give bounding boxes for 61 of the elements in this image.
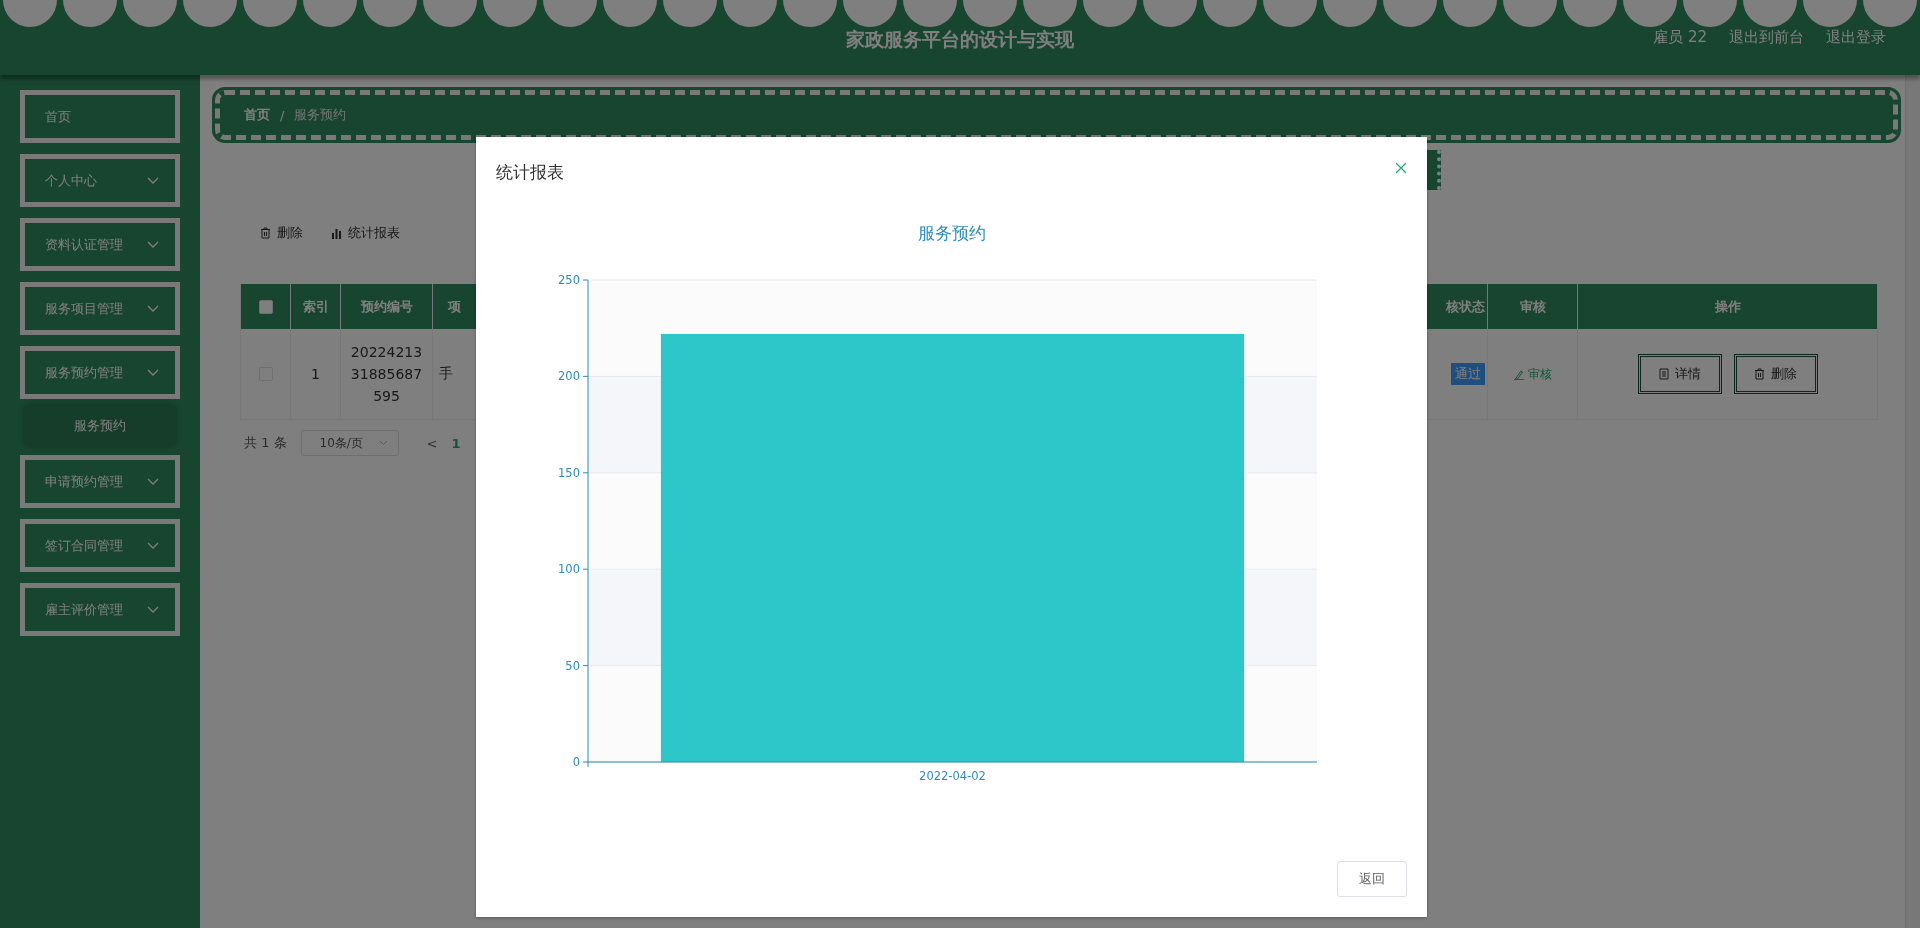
- back-button[interactable]: 返回: [1337, 861, 1407, 897]
- menu-item[interactable]: 签订合同管理: [20, 519, 180, 572]
- breadcrumb-link[interactable]: 首页: [244, 106, 270, 124]
- y-tick-label: 150: [558, 465, 580, 480]
- column-header: 项: [448, 297, 461, 316]
- menu-item[interactable]: 资料认证管理: [20, 218, 180, 271]
- trash-icon: [1754, 368, 1765, 380]
- row-action-button[interactable]: 删除: [1733, 354, 1818, 394]
- table-cell: 1: [311, 366, 320, 382]
- user-name: 雇员 22: [1653, 28, 1707, 47]
- document-icon: [1658, 368, 1669, 380]
- bar-chart-icon: [331, 227, 342, 239]
- status-tag: 通过: [1451, 363, 1485, 385]
- site-title: 家政服务平台的设计与实现: [846, 27, 1074, 52]
- chevron-icon: [147, 176, 159, 185]
- column-header: 操作: [1714, 297, 1741, 316]
- breadcrumb-link[interactable]: 服务预约: [294, 106, 347, 124]
- chevron-icon: [147, 541, 159, 550]
- total-count: 共 1 条: [244, 434, 287, 452]
- column-header: 审核: [1519, 297, 1546, 316]
- page-number[interactable]: 1: [451, 435, 461, 451]
- close-icon[interactable]: [1395, 162, 1407, 174]
- chevron-icon: [378, 440, 388, 446]
- menu-item[interactable]: 服务项目管理: [20, 282, 180, 335]
- menu-item[interactable]: 雇主评价管理: [20, 583, 180, 636]
- chevron-icon: [147, 605, 159, 614]
- menu-item[interactable]: 申请预约管理: [20, 455, 180, 508]
- previous-page-button[interactable]: <: [426, 435, 438, 451]
- table-cell: 手: [439, 365, 453, 383]
- page-size-select[interactable]: 10条/页: [300, 430, 399, 456]
- chevron-icon: [147, 304, 159, 313]
- y-tick-label: 200: [558, 369, 580, 384]
- breadcrumb-separator: /: [280, 107, 285, 123]
- trash-icon: [260, 227, 271, 239]
- table-cell-text: 2022421331885687595: [349, 343, 424, 406]
- select-all-checkbox[interactable]: [258, 299, 273, 314]
- header-link[interactable]: 退出登录: [1826, 28, 1886, 47]
- toolbar-button[interactable]: 统计报表: [331, 224, 400, 242]
- chevron-icon: [147, 477, 159, 486]
- pen-icon: [1513, 368, 1524, 380]
- menu-item[interactable]: 个人中心: [20, 154, 180, 207]
- column-header: 预约编号: [360, 297, 413, 316]
- chevron-icon: [147, 240, 159, 249]
- dialog-title: 统计报表: [496, 160, 564, 184]
- y-tick-label: 100: [558, 562, 580, 577]
- header-link[interactable]: 退出到前台: [1729, 28, 1804, 47]
- y-tick-label: 250: [558, 273, 580, 287]
- row-action-button[interactable]: 详情: [1637, 354, 1722, 394]
- toolbar-button[interactable]: 删除: [260, 224, 303, 242]
- chart-title: 服务预约: [918, 223, 986, 243]
- y-tick-label: 50: [565, 658, 580, 673]
- column-header: 索引: [302, 297, 329, 316]
- chevron-icon: [147, 368, 159, 377]
- menu-item[interactable]: 首页: [20, 90, 180, 143]
- menu-item[interactable]: 服务预约管理: [20, 346, 180, 399]
- column-header: 核状态: [1446, 297, 1485, 316]
- x-tick-label: 2022-04-02: [919, 769, 986, 783]
- review-link[interactable]: 审核: [1513, 365, 1552, 383]
- submenu-item[interactable]: 服务预约: [25, 406, 175, 446]
- y-tick-label: 0: [572, 755, 580, 769]
- scrollbar[interactable]: [1905, 75, 1920, 928]
